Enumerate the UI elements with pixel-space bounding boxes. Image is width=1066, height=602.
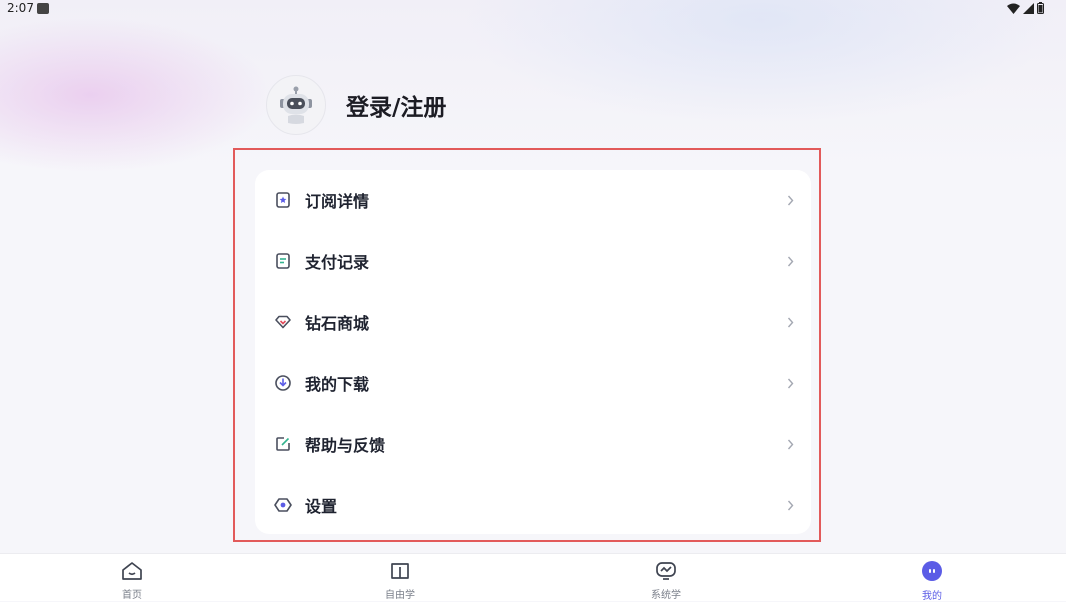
bottom-tab-bar: 首页 自由学 系统学 我的 <box>0 553 1066 602</box>
tab-label: 自由学 <box>385 590 415 601</box>
chevron-right-icon <box>787 313 797 331</box>
tab-system-study[interactable]: 系统学 <box>601 554 731 601</box>
chevron-right-icon <box>787 374 797 392</box>
menu-item-payment-records[interactable]: 支付记录 <box>255 231 811 291</box>
tab-free-study[interactable]: 自由学 <box>335 554 465 601</box>
menu-item-label: 帮助与反馈 <box>305 436 386 455</box>
battery-icon <box>1037 2 1044 14</box>
notification-app-icon <box>37 3 49 14</box>
feedback-icon <box>274 435 292 453</box>
payment-record-icon <box>274 252 292 270</box>
tab-home[interactable]: 首页 <box>67 554 197 601</box>
menu-item-settings[interactable]: 设置 <box>255 475 811 535</box>
diamond-icon <box>274 313 292 331</box>
signal-icon <box>1023 2 1034 14</box>
menu-item-help-feedback[interactable]: 帮助与反馈 <box>255 414 811 474</box>
menu-item-label: 设置 <box>305 497 338 516</box>
profile-robot-icon <box>921 560 943 582</box>
menu-item-subscription[interactable]: 订阅详情 <box>255 170 811 230</box>
chevron-right-icon <box>787 496 797 514</box>
menu-item-label: 订阅详情 <box>305 192 370 211</box>
status-icons <box>1007 2 1044 14</box>
chevron-right-icon <box>787 435 797 453</box>
menu-item-label: 支付记录 <box>305 253 370 272</box>
menu-item-my-downloads[interactable]: 我的下载 <box>255 353 811 413</box>
settings-icon <box>274 496 292 514</box>
status-time: 2:07 <box>7 1 34 15</box>
home-icon <box>121 560 143 581</box>
download-icon <box>274 374 292 392</box>
menu-item-label: 钻石商城 <box>305 314 370 333</box>
book-icon <box>389 560 411 581</box>
menu-card: 订阅详情 支付记录 钻石商城 我的下载 帮助与反馈 设置 <box>255 170 811 534</box>
wifi-icon <box>1007 3 1020 14</box>
tab-mine[interactable]: 我的 <box>867 554 997 602</box>
robot-avatar-icon <box>280 86 312 124</box>
subscription-icon <box>274 191 292 209</box>
chevron-right-icon <box>787 191 797 209</box>
profile-header[interactable]: 登录/注册 <box>266 75 446 135</box>
tab-label: 首页 <box>122 590 142 601</box>
status-bar: 2:07 <box>0 0 1066 18</box>
tab-label: 系统学 <box>651 590 681 601</box>
chevron-right-icon <box>787 252 797 270</box>
login-register-link[interactable]: 登录/注册 <box>346 88 446 122</box>
menu-item-diamond-store[interactable]: 钻石商城 <box>255 292 811 352</box>
chart-board-icon <box>655 560 677 581</box>
menu-item-label: 我的下载 <box>305 375 370 394</box>
avatar[interactable] <box>266 75 326 135</box>
